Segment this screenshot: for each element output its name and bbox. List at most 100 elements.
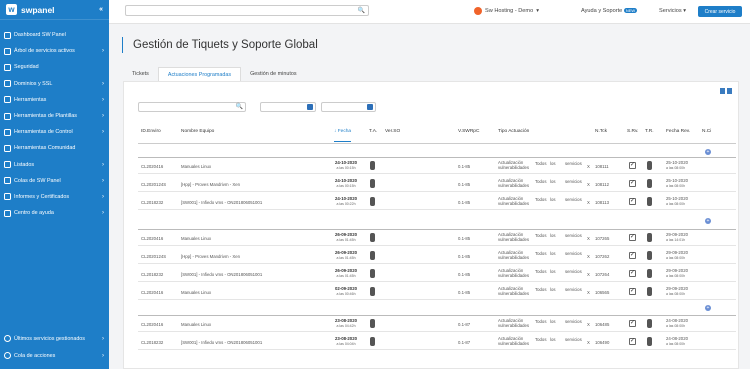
cell-ntck[interactable]: 106485 bbox=[595, 322, 609, 327]
close-icon[interactable]: X bbox=[587, 182, 590, 187]
col-ntck[interactable]: N.Tck bbox=[595, 129, 607, 134]
col-srv[interactable]: S.Rv. bbox=[627, 129, 638, 134]
col-id[interactable]: ID.Enviro bbox=[141, 129, 161, 134]
col-fecharev[interactable]: Fecha Rev. bbox=[666, 129, 690, 134]
sidebar-item-herramientas[interactable]: Herramientas › bbox=[0, 92, 109, 108]
cell-vswr: 0.1-85 bbox=[458, 290, 471, 295]
close-icon[interactable]: X bbox=[587, 290, 590, 295]
table-row[interactable]: CL2018232 [SW001] - Infiedo vms - ON20180… bbox=[138, 266, 736, 282]
table-row[interactable]: CL2020416 Manuales Linux 26-09-2020 a las 0… bbox=[138, 230, 736, 246]
tab-actuaciones-programadas[interactable]: Actuaciones Programadas bbox=[157, 67, 242, 81]
cell-nombre: Manuales Linux bbox=[181, 290, 212, 295]
account-menu[interactable]: Sw Hosting - Demo ▾ bbox=[474, 7, 539, 15]
sidebar-item-ayuda[interactable]: Centro de ayuda › bbox=[0, 205, 109, 221]
close-icon[interactable]: X bbox=[587, 254, 590, 259]
cell-fecha-rev: 29-09-2020 a las 08:00h bbox=[666, 286, 688, 297]
chevron-right-icon: › bbox=[102, 335, 104, 342]
col-ta[interactable]: T.A. bbox=[369, 129, 377, 134]
servicios-menu[interactable]: Servicios ▾ bbox=[659, 8, 686, 14]
cell-fecha-time: a las 00:15h bbox=[336, 166, 356, 170]
reviewer-avatar-icon bbox=[647, 179, 652, 188]
col-fecha[interactable]: ↓ Fecha bbox=[334, 129, 352, 142]
cell-ntck[interactable]: 107264 bbox=[595, 272, 609, 277]
table-row[interactable]: CL2020416 Manuales Linux 02-09-2020 a las 0… bbox=[138, 284, 736, 300]
srv-checkbox[interactable] bbox=[629, 233, 636, 241]
table-row[interactable]: CL2020124S [Hpp] - Proves Mandrivm - Xen 2… bbox=[138, 248, 736, 264]
cell-tipo-line2: vulnerabilidades bbox=[498, 273, 530, 278]
sidebar-item-informes[interactable]: Informes y Certificados › bbox=[0, 189, 109, 205]
col-tr[interactable]: T.R. bbox=[645, 129, 654, 134]
cell-ntck[interactable]: 107262 bbox=[595, 254, 609, 259]
export-excel-icon[interactable] bbox=[727, 88, 732, 94]
brand[interactable]: w swpanel « bbox=[0, 0, 109, 20]
srv-checkbox[interactable] bbox=[629, 179, 636, 187]
global-search-input[interactable]: 🔍 bbox=[125, 5, 369, 16]
cell-tipo-scope: Todos bbox=[535, 251, 547, 256]
srv-checkbox[interactable] bbox=[629, 161, 636, 169]
cell-fecha-date: 24-10-2020 bbox=[335, 196, 357, 201]
col-tipo[interactable]: Tipo Actuación bbox=[498, 129, 529, 134]
sidebar-item-seguridad[interactable]: Seguridad bbox=[0, 59, 109, 75]
col-nci[interactable]: N.Ci bbox=[702, 129, 711, 134]
sidebar-item-arbol-servicios[interactable]: Árbol de servicios activos › bbox=[0, 43, 109, 59]
cell-ntck[interactable]: 106490 bbox=[595, 340, 609, 345]
close-icon[interactable]: X bbox=[587, 272, 590, 277]
close-icon[interactable]: X bbox=[587, 200, 590, 205]
expand-group-icon[interactable]: + bbox=[705, 218, 711, 224]
close-icon[interactable]: X bbox=[587, 340, 590, 345]
srv-checkbox[interactable] bbox=[629, 197, 636, 205]
close-icon[interactable]: X bbox=[587, 164, 590, 169]
date-to-input[interactable] bbox=[321, 102, 376, 112]
srv-checkbox[interactable] bbox=[629, 287, 636, 295]
export-pdf-icon[interactable] bbox=[720, 88, 725, 94]
sidebar-item-plantillas[interactable]: Herramientas de Plantillas › bbox=[0, 108, 109, 124]
filter-search-input[interactable]: 🔍 bbox=[138, 102, 246, 112]
tab-tickets[interactable]: Tickets bbox=[123, 67, 158, 81]
sidebar-item-dominios[interactable]: Dominios y SSL › bbox=[0, 76, 109, 92]
col-vswr[interactable]: V.SWRpC bbox=[458, 129, 479, 134]
close-icon[interactable]: X bbox=[587, 322, 590, 327]
sidebar-item-ultimos-servicios[interactable]: Últimos servicios gestionados › bbox=[0, 330, 109, 347]
table-row[interactable]: CL2020416 Manuales Linux 24-10-2020 a las 0… bbox=[138, 158, 736, 174]
help-support-menu[interactable]: Ayuda y Soporte NEW bbox=[581, 8, 638, 14]
calendar-icon[interactable] bbox=[367, 104, 373, 110]
srv-checkbox[interactable] bbox=[629, 269, 636, 277]
create-service-button[interactable]: Crear servicio bbox=[698, 6, 742, 17]
calendar-icon[interactable] bbox=[307, 104, 313, 110]
cell-vswr: 0.1-85 bbox=[458, 164, 471, 169]
sidebar-item-listados[interactable]: Listados › bbox=[0, 157, 109, 173]
srv-checkbox[interactable] bbox=[629, 251, 636, 259]
sidebar-item-comunidad[interactable]: Herramientas Comunidad bbox=[0, 140, 109, 156]
sidebar-item-control[interactable]: Herramientas de Control › bbox=[0, 124, 109, 140]
search-icon[interactable]: 🔍 bbox=[358, 7, 365, 14]
logo-icon: w bbox=[6, 4, 17, 15]
cell-ntck[interactable]: 108113 bbox=[595, 200, 609, 205]
table-row[interactable]: CL2020124S [Hpp] - Proves Mandrivm - Xen 2… bbox=[138, 176, 736, 192]
cell-ntck[interactable]: 108111 bbox=[595, 164, 609, 169]
cell-fecha: 23-08-2020 a las 04:04h bbox=[324, 336, 368, 346]
expand-group-icon[interactable]: + bbox=[705, 149, 711, 155]
col-verso[interactable]: Ver.SO bbox=[385, 129, 400, 134]
cell-fecha-time: a las 00:15h bbox=[336, 184, 356, 188]
sidebar-item-dashboard[interactable]: Dashboard SW Panel bbox=[0, 27, 109, 43]
cell-fecha-rev: 29-09-2020 a las 08:00h bbox=[666, 268, 688, 279]
expand-group-icon[interactable]: + bbox=[705, 305, 711, 311]
srv-checkbox[interactable] bbox=[629, 337, 636, 345]
cell-ntck[interactable]: 108112 bbox=[595, 182, 609, 187]
collapse-sidebar-icon[interactable]: « bbox=[99, 6, 103, 13]
close-icon[interactable]: X bbox=[587, 236, 590, 241]
table-row[interactable]: CL2018232 [SW001] - Infiedo vms - ON20180… bbox=[138, 334, 736, 350]
cell-tipo: Actualización vulnerabilidades bbox=[498, 232, 529, 242]
cell-ntck[interactable]: 107265 bbox=[595, 236, 609, 241]
search-icon: 🔍 bbox=[235, 104, 243, 110]
table-row[interactable]: CL2018232 [SW001] - Infiedo vms - ON20180… bbox=[138, 194, 736, 210]
reviewer-avatar-icon bbox=[647, 319, 652, 328]
sidebar-item-cola-acciones[interactable]: Cola de acciones › bbox=[0, 347, 109, 364]
cell-ntck[interactable]: 106565 bbox=[595, 290, 609, 295]
tab-gestion-minutos[interactable]: Gestión de minutos bbox=[241, 67, 305, 81]
srv-checkbox[interactable] bbox=[629, 319, 636, 327]
sidebar-item-colas[interactable]: Colas de SW Panel › bbox=[0, 173, 109, 189]
date-from-input[interactable] bbox=[260, 102, 316, 112]
col-nombre[interactable]: Nombre Equipo bbox=[181, 129, 214, 134]
table-row[interactable]: CL2020416 Manuales Linux 23-08-2020 a las 0… bbox=[138, 316, 736, 332]
